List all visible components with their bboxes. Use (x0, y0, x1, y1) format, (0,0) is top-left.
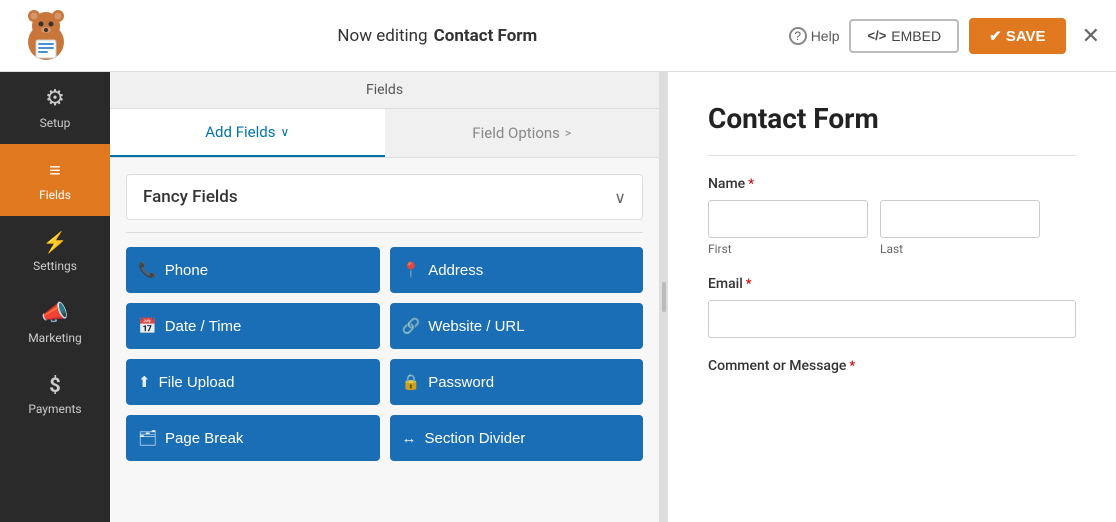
payments-icon: $ (49, 373, 60, 397)
fancy-fields-label: Fancy Fields (143, 187, 238, 207)
page-break-icon: 🗂 (138, 429, 157, 447)
sidebar: ⚙ Setup ≡ Fields ⚡ Settings 📣 Marketing … (0, 72, 110, 522)
help-label: Help (811, 28, 840, 44)
form-name: Contact Form (434, 26, 538, 46)
fields-icon: ≡ (49, 158, 61, 183)
name-required-star: * (748, 177, 754, 192)
sidebar-item-marketing[interactable]: 📣 Marketing (0, 287, 110, 359)
comment-required-star: * (849, 359, 855, 374)
field-btn-section-divider[interactable]: ↔ Section Divider (390, 415, 644, 461)
topbar-center: Now editing Contact Form (86, 26, 789, 46)
panel-divider (660, 72, 668, 522)
sidebar-item-settings[interactable]: ⚡ Settings (0, 216, 110, 287)
name-label-text: Name (708, 176, 745, 192)
sidebar-item-label: Payments (28, 402, 81, 416)
field-btn-section-divider-label: Section Divider (425, 430, 526, 447)
app-logo (16, 6, 76, 66)
file-upload-icon: ⬆ (138, 373, 151, 391)
field-btn-file-upload-label: File Upload (159, 374, 235, 391)
main-layout: ⚙ Setup ≡ Fields ⚡ Settings 📣 Marketing … (0, 72, 1116, 522)
field-divider (126, 232, 643, 233)
field-buttons-grid: 📞 Phone 📍 Address 📅 Date / Time 🔗 Websit… (126, 247, 643, 461)
comment-label-text: Comment or Message (708, 358, 846, 374)
email-required-star: * (746, 277, 752, 292)
embed-icon: </> (867, 28, 886, 43)
field-btn-date-time[interactable]: 📅 Date / Time (126, 303, 380, 349)
field-btn-date-time-label: Date / Time (165, 318, 242, 335)
field-group-email: Email * (708, 276, 1076, 338)
field-btn-website-url-label: Website / URL (428, 318, 524, 335)
tab-add-fields[interactable]: Add Fields ∨ (110, 109, 385, 157)
form-preview-title: Contact Form (708, 102, 1076, 135)
password-icon: 🔒 (402, 373, 421, 391)
date-time-icon: 📅 (138, 317, 157, 335)
first-name-wrap: First (708, 200, 868, 256)
field-btn-phone-label: Phone (165, 262, 208, 279)
field-btn-address[interactable]: 📍 Address (390, 247, 644, 293)
tab-field-options-label: Field Options (472, 124, 560, 142)
field-btn-file-upload[interactable]: ⬆ File Upload (126, 359, 380, 405)
sidebar-item-label: Marketing (28, 331, 82, 345)
field-btn-address-label: Address (428, 262, 483, 279)
sidebar-item-setup[interactable]: ⚙ Setup (0, 72, 110, 144)
name-inputs: First Last (708, 200, 1076, 256)
first-name-sublabel: First (708, 242, 868, 256)
field-label-comment: Comment or Message * (708, 358, 1076, 374)
field-btn-password[interactable]: 🔒 Password (390, 359, 644, 405)
fields-panel: Fields Add Fields ∨ Field Options > Fanc… (110, 72, 660, 522)
help-button[interactable]: ? Help (789, 27, 840, 45)
topbar-actions: ? Help </> EMBED ✔ SAVE ✕ (789, 18, 1100, 54)
sidebar-item-label: Fields (39, 188, 71, 202)
fields-scroll: Fancy Fields ∨ 📞 Phone 📍 Address 📅 Date … (110, 158, 659, 522)
section-divider-icon: ↔ (402, 430, 417, 447)
form-preview: Contact Form Name * First Last (668, 72, 1116, 522)
first-name-input[interactable] (708, 200, 868, 238)
sidebar-item-label: Setup (40, 116, 71, 130)
topbar: Now editing Contact Form ? Help </> EMBE… (0, 0, 1116, 72)
sidebar-item-payments[interactable]: $ Payments (0, 359, 110, 430)
fields-header-label: Fields (366, 82, 403, 98)
form-divider (708, 155, 1076, 156)
sidebar-item-fields[interactable]: ≡ Fields (0, 144, 110, 216)
email-input[interactable] (708, 300, 1076, 338)
marketing-icon: 📣 (41, 301, 68, 326)
field-group-comment: Comment or Message * (708, 358, 1076, 374)
last-name-wrap: Last (880, 200, 1040, 256)
tab-field-options[interactable]: Field Options > (385, 109, 660, 157)
close-button[interactable]: ✕ (1082, 23, 1100, 49)
address-icon: 📍 (402, 261, 421, 279)
save-label: ✔ SAVE (989, 27, 1045, 45)
field-btn-website-url[interactable]: 🔗 Website / URL (390, 303, 644, 349)
fancy-fields-chevron: ∨ (614, 188, 626, 207)
fields-panel-header: Fields (110, 72, 659, 109)
fields-tabs: Add Fields ∨ Field Options > (110, 109, 659, 158)
last-name-input[interactable] (880, 200, 1040, 238)
sidebar-item-label: Settings (33, 259, 77, 273)
fancy-fields-header[interactable]: Fancy Fields ∨ (126, 174, 643, 220)
field-btn-phone[interactable]: 📞 Phone (126, 247, 380, 293)
field-btn-page-break-label: Page Break (165, 430, 243, 447)
setup-icon: ⚙ (45, 86, 65, 111)
embed-label: EMBED (891, 28, 941, 44)
save-button[interactable]: ✔ SAVE (969, 18, 1065, 54)
field-label-email: Email * (708, 276, 1076, 292)
email-label-text: Email (708, 276, 743, 292)
tab-field-options-chevron: > (565, 126, 571, 140)
field-btn-page-break[interactable]: 🗂 Page Break (126, 415, 380, 461)
field-label-name: Name * (708, 176, 1076, 192)
close-icon: ✕ (1082, 23, 1100, 48)
help-icon: ? (789, 27, 807, 45)
settings-icon: ⚡ (43, 230, 68, 254)
phone-icon: 📞 (138, 261, 157, 279)
tab-add-fields-label: Add Fields (205, 123, 275, 141)
field-group-name: Name * First Last (708, 176, 1076, 256)
editing-prefix: Now editing (337, 26, 427, 46)
last-name-sublabel: Last (880, 242, 1040, 256)
embed-button[interactable]: </> EMBED (849, 19, 959, 53)
field-btn-password-label: Password (428, 374, 494, 391)
tab-add-fields-chevron: ∨ (280, 125, 289, 139)
website-url-icon: 🔗 (402, 317, 421, 335)
